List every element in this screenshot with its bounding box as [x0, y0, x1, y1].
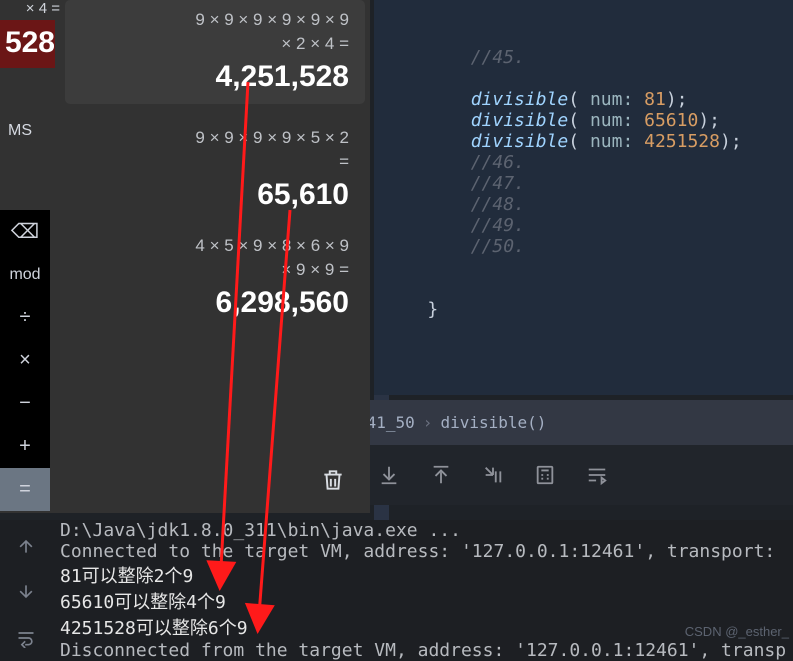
history-result: 6,298,560 [65, 286, 349, 320]
calc-top-result-partial: 528 [0, 20, 55, 68]
trash-icon[interactable] [320, 467, 348, 495]
watermark: CSDN @_esther_ [685, 624, 789, 639]
history-result: 4,251,528 [81, 60, 349, 94]
key-mod[interactable]: mod [0, 253, 50, 296]
console-line: Connected to the target VM, address: '12… [60, 541, 775, 562]
console-line: D:\Java\jdk1.8.0_311\bin\java.exe ... [60, 520, 461, 541]
console-line: 4251528可以整除6个9 [60, 618, 248, 639]
history-expression: 9 × 9 × 9 × 9 × 5 × 2 [65, 126, 349, 150]
calc-top-expression-partial: × 4 = [0, 0, 60, 22]
calc-history: 9 × 9 × 9 × 9 × 9 × 9 × 2 × 4 = 4,251,52… [65, 0, 365, 342]
key-equals[interactable]: = [0, 468, 50, 511]
history-result: 65,610 [65, 178, 349, 212]
console-output[interactable]: D:\Java\jdk1.8.0_311\bin\java.exe ... Co… [52, 520, 793, 661]
arrow-up-icon[interactable] [0, 526, 52, 566]
upload-icon[interactable] [424, 458, 458, 492]
soft-wrap-icon[interactable] [580, 458, 614, 492]
history-expression: 9 × 9 × 9 × 9 × 9 × 9 [81, 8, 349, 32]
console-line: 65610可以整除4个9 [60, 592, 226, 613]
code-editor[interactable]: //45. divisible( num: 81); divisible( nu… [374, 0, 793, 395]
key-backspace[interactable]: ⌫ [0, 210, 50, 253]
history-expression: × 9 × 9 = [65, 258, 349, 282]
key-add[interactable]: + [0, 425, 50, 468]
console-gutter [0, 520, 52, 661]
arrow-down-icon[interactable] [0, 572, 52, 612]
history-expression: 4 × 5 × 9 × 8 × 6 × 9 [65, 234, 349, 258]
history-item[interactable]: 9 × 9 × 9 × 9 × 5 × 2 = 65,610 [65, 126, 365, 212]
breadcrumb-item[interactable]: divisible() [440, 413, 546, 432]
breadcrumb-separator: › [423, 413, 433, 432]
calculator-icon[interactable] [528, 458, 562, 492]
calc-keys: ⌫ mod ÷ × − + = [0, 210, 50, 511]
key-subtract[interactable]: − [0, 382, 50, 425]
code-lines: //45. divisible( num: 81); divisible( nu… [384, 47, 793, 320]
memory-store-label[interactable]: MS [8, 122, 32, 140]
history-item[interactable]: 4 × 5 × 9 × 8 × 6 × 9 × 9 × 9 = 6,298,56… [65, 234, 365, 320]
calculator-panel: × 4 = 528 MS 9 × 9 × 9 × 9 × 9 × 9 × 2 ×… [0, 0, 370, 513]
console-line: Disconnected from the target VM, address… [60, 640, 786, 661]
scroll-to-end-icon[interactable] [476, 458, 510, 492]
history-item[interactable]: 9 × 9 × 9 × 9 × 9 × 9 × 2 × 4 = 4,251,52… [65, 0, 365, 104]
key-multiply[interactable]: × [0, 339, 50, 382]
history-expression: = [65, 150, 349, 174]
soft-wrap-icon[interactable] [0, 618, 52, 658]
key-divide[interactable]: ÷ [0, 296, 50, 339]
download-icon[interactable] [372, 458, 406, 492]
history-expression: × 2 × 4 = [81, 32, 349, 56]
console-line: 81可以整除2个9 [60, 566, 193, 587]
